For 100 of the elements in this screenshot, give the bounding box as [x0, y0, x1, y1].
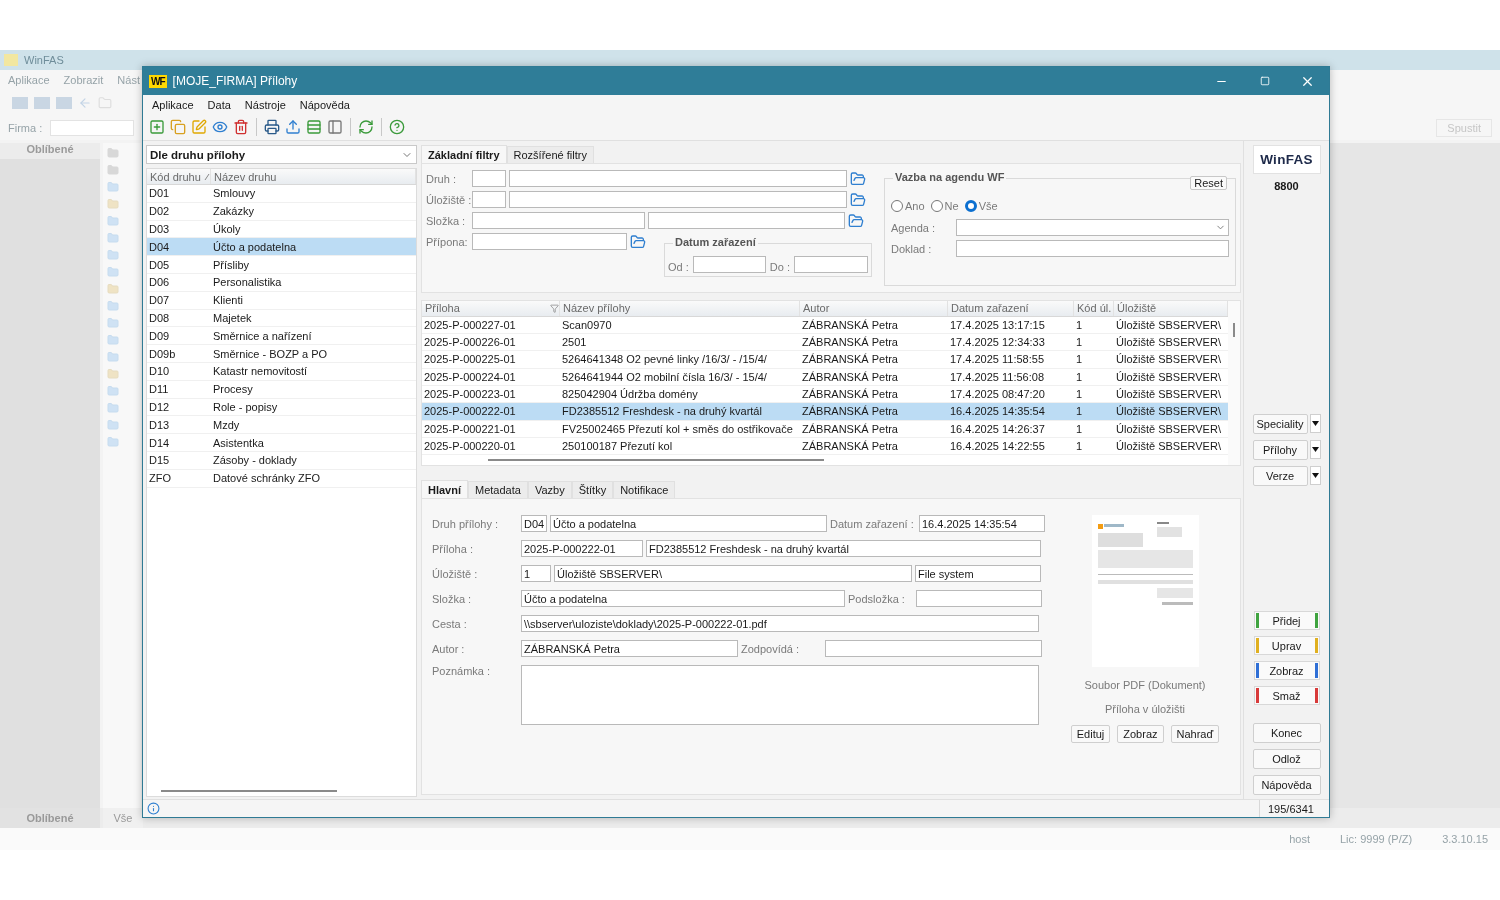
- text-field[interactable]: FD2385512 Freshdesk - na druhý kvartál: [646, 540, 1041, 557]
- side-button[interactable]: Konec: [1252, 723, 1321, 743]
- text-field[interactable]: [916, 590, 1042, 607]
- column-header[interactable]: Název přílohy: [560, 301, 800, 316]
- reset-button[interactable]: Reset: [1190, 176, 1227, 190]
- upload-icon[interactable]: [285, 119, 301, 135]
- table-cell-text: 2025-P-000227-01: [423, 318, 517, 331]
- copy-icon[interactable]: [170, 119, 186, 135]
- menu-item[interactable]: Nástroje: [244, 98, 286, 111]
- menu-button[interactable]: Přílohy: [1252, 440, 1308, 460]
- text-field[interactable]: [825, 640, 1042, 657]
- toolbar-icon[interactable]: [56, 96, 72, 109]
- scrollbar[interactable]: [1233, 323, 1235, 337]
- toolbar-icon[interactable]: [34, 96, 50, 109]
- text-field[interactable]: [472, 191, 506, 208]
- menu-item[interactable]: Data: [207, 98, 231, 111]
- text-field[interactable]: Účto a podatelna: [521, 590, 845, 607]
- column-header[interactable]: Název druhu: [211, 169, 416, 184]
- text-field[interactable]: 2025-P-000222-01: [521, 540, 643, 557]
- text-field[interactable]: \\sbserver\uloziste\doklady\2025-P-000222-01.pdf: [521, 615, 1039, 632]
- menu-item[interactable]: Nápověda: [299, 98, 350, 111]
- text-field[interactable]: [472, 212, 645, 229]
- detail-tab[interactable]: Hlavní: [421, 480, 468, 498]
- field-label: Úložiště :: [432, 567, 479, 580]
- menu-button[interactable]: Verze: [1252, 466, 1308, 486]
- folder-icon[interactable]: [630, 233, 646, 250]
- preview-button[interactable]: Zobraz: [1117, 725, 1164, 743]
- radio-button[interactable]: [930, 200, 943, 212]
- table-cell-text: 825042904 Údržba domény: [561, 388, 699, 401]
- folder-icon[interactable]: [848, 212, 864, 229]
- text-field[interactable]: D04: [521, 515, 547, 532]
- kind-row[interactable]: D04 Účto a podatelna: [147, 238, 416, 257]
- detail-tab[interactable]: Štítky: [571, 481, 614, 498]
- text-field[interactable]: 1: [521, 565, 551, 582]
- info-icon[interactable]: [147, 802, 160, 815]
- text-field[interactable]: [509, 191, 847, 208]
- detail-tab[interactable]: Metadata: [468, 481, 528, 498]
- field-label: Druh přílohy :: [432, 517, 500, 530]
- radio-button[interactable]: [964, 200, 977, 212]
- attachment-row[interactable]: 2025-P-000222-01 FD2385512 Freshdesk - na druhý kvartál ZÁBRANSKÁ Petra 16.4.2025 14:35:54 1 Úložiště SBSERVER\: [422, 403, 1228, 421]
- add-icon[interactable]: [149, 119, 165, 135]
- text-field[interactable]: [509, 170, 847, 187]
- preview-button[interactable]: Edituj: [1070, 725, 1111, 743]
- text-field[interactable]: Úložiště SBSERVER\: [554, 565, 912, 582]
- columns-icon[interactable]: [327, 119, 343, 135]
- preview-button[interactable]: Nahraď: [1170, 725, 1220, 743]
- window-title: [MOJE_FIRMA] Přílohy: [172, 74, 298, 88]
- text-field[interactable]: [794, 256, 868, 273]
- action-button[interactable]: Zobraz: [1253, 661, 1320, 680]
- table-cell-text: 1: [1075, 353, 1084, 366]
- folder-icon[interactable]: [850, 191, 866, 208]
- filter-tab[interactable]: Rozšířené filtry: [506, 146, 594, 163]
- table-cell-text: 1: [1075, 388, 1084, 401]
- help-icon[interactable]: [389, 119, 405, 135]
- folder-icon[interactable]: [850, 170, 866, 187]
- scrollbar[interactable]: [161, 790, 337, 792]
- toolbar-icon[interactable]: [12, 96, 28, 109]
- delete-icon[interactable]: [233, 119, 249, 135]
- column-header[interactable]: Kód úl.: [1074, 301, 1114, 316]
- eye-icon[interactable]: [212, 119, 228, 135]
- table-icon[interactable]: [306, 119, 322, 135]
- detail-tab[interactable]: Vazby: [527, 481, 572, 498]
- action-button[interactable]: Přidej: [1253, 611, 1320, 630]
- company-field[interactable]: [50, 119, 135, 136]
- column-header[interactable]: Příloha: [422, 301, 560, 316]
- menu-button[interactable]: Speciality: [1252, 414, 1308, 434]
- action-button[interactable]: Uprav: [1253, 636, 1320, 655]
- field-label: Poznámka :: [432, 665, 492, 679]
- refresh-icon[interactable]: [358, 119, 374, 135]
- maximize-icon[interactable]: [1259, 76, 1270, 86]
- back-icon[interactable]: [78, 95, 92, 110]
- note-field[interactable]: [521, 665, 1039, 725]
- text-field[interactable]: [472, 170, 506, 187]
- detail-tab[interactable]: Notifikace: [613, 481, 676, 498]
- text-field[interactable]: [956, 240, 1229, 257]
- text-field[interactable]: 16.4.2025 14:35:54: [919, 515, 1045, 532]
- scrollbar[interactable]: [488, 459, 824, 462]
- column-header[interactable]: Autor: [800, 301, 948, 316]
- column-header[interactable]: Datum zařazení: [948, 301, 1074, 316]
- text-field[interactable]: Účto a podatelna: [550, 515, 827, 532]
- column-header[interactable]: Kód druhu: [147, 169, 211, 184]
- field-label: Příloha :: [432, 542, 474, 555]
- text-field[interactable]: [472, 233, 627, 250]
- side-button[interactable]: Odlož: [1252, 749, 1321, 769]
- table-cell-text: Úložiště SBSERVER\: [1115, 370, 1222, 383]
- menu-item[interactable]: Aplikace: [152, 98, 194, 111]
- view-dropdown[interactable]: Dle druhu přílohy: [146, 145, 417, 164]
- filter-tab[interactable]: Základní filtry: [421, 145, 507, 163]
- attachment-row[interactable]: 2025-P-000225-01 5264641348 O2 pevné linky /16/3/ - /15/4/ ZÁBRANSKÁ Petra 17.4.2025 11:58:55 1 Úložiště SBSERVER\: [422, 351, 1228, 369]
- radio-button[interactable]: [891, 200, 903, 212]
- text-field[interactable]: ZÁBRANSKÁ Petra: [521, 640, 738, 657]
- print-icon[interactable]: [264, 119, 280, 135]
- text-field[interactable]: [692, 256, 766, 273]
- text-field[interactable]: [648, 212, 845, 229]
- side-button[interactable]: Nápověda: [1252, 775, 1321, 795]
- action-button[interactable]: Smaž: [1253, 686, 1320, 705]
- text-field[interactable]: File system: [915, 565, 1041, 582]
- edit-icon[interactable]: [191, 119, 207, 135]
- app-logo: WF: [149, 74, 167, 88]
- agenda-dropdown[interactable]: [956, 219, 1229, 236]
